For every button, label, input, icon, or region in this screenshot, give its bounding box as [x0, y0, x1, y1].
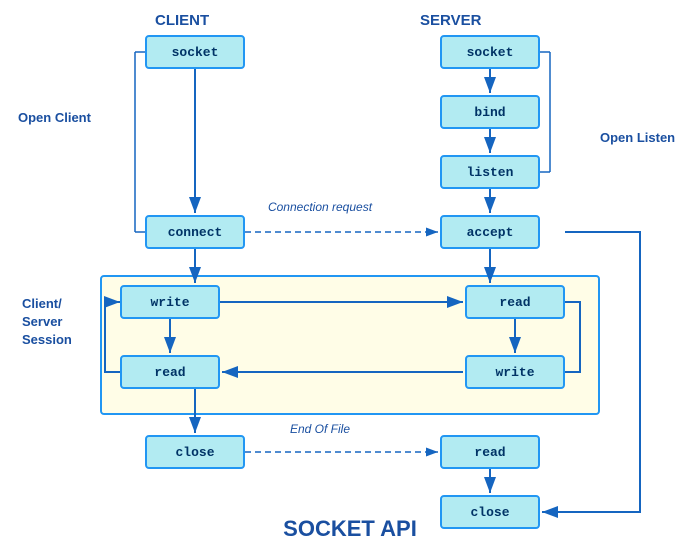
- session-label: Client/ Server Session: [22, 295, 72, 350]
- server-read-box: read: [465, 285, 565, 319]
- open-listen-label: Open Listen: [600, 130, 675, 145]
- accept-box: accept: [440, 215, 540, 249]
- open-client-label: Open Client: [18, 110, 91, 125]
- client-close-box: close: [145, 435, 245, 469]
- client-socket-box: socket: [145, 35, 245, 69]
- end-of-file-label: End Of File: [255, 422, 385, 436]
- page-title: SOCKET API: [0, 516, 700, 542]
- client-write-box: write: [120, 285, 220, 319]
- server-write-box: write: [465, 355, 565, 389]
- listen-box: listen: [440, 155, 540, 189]
- connect-box: connect: [145, 215, 245, 249]
- server-read2-box: read: [440, 435, 540, 469]
- client-read-box: read: [120, 355, 220, 389]
- diagram-container: CLIENT SERVER Open Client Open Listen Cl…: [0, 0, 700, 550]
- bind-box: bind: [440, 95, 540, 129]
- server-header: SERVER: [420, 12, 481, 29]
- server-socket-box: socket: [440, 35, 540, 69]
- client-header: CLIENT: [155, 12, 209, 29]
- connection-request-label: Connection request: [240, 200, 400, 214]
